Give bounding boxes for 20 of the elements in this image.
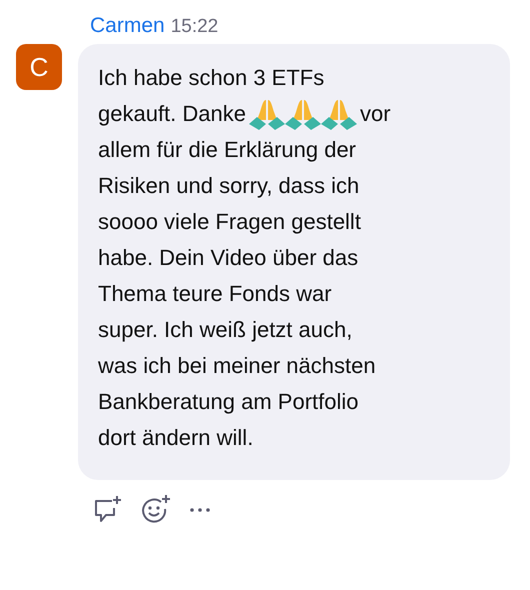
add-emoji-icon[interactable] [140, 494, 172, 524]
message-text: super. Ich weiß jetzt auch, [98, 316, 352, 344]
avatar[interactable]: C [16, 44, 62, 90]
praying-hands-icon [246, 98, 287, 130]
message-text: Bankberatung am Portfolio [98, 388, 358, 416]
message-text: gekauft. Danke [98, 100, 246, 128]
praying-hands-icon [282, 98, 323, 130]
author-name[interactable]: Carmen [90, 14, 165, 38]
message-text: was ich bei meiner nächsten [98, 352, 376, 380]
message-text: allem für die Erklärung der [98, 136, 356, 164]
message-text: habe. Dein Video über das [98, 244, 358, 272]
message-text: vor [360, 100, 391, 128]
message-text: Risiken und sorry, dass ich [98, 172, 360, 200]
message-text: Thema teure Fonds war [98, 280, 332, 308]
message-text: Ich habe schon 3 ETFs [98, 64, 324, 92]
add-comment-icon[interactable] [92, 494, 124, 524]
praying-hands-icon [318, 98, 359, 130]
message-text: dort ändern will. [98, 424, 254, 452]
timestamp: 15:22 [170, 16, 218, 38]
message-text: soooo viele Fragen gestellt [98, 208, 361, 236]
